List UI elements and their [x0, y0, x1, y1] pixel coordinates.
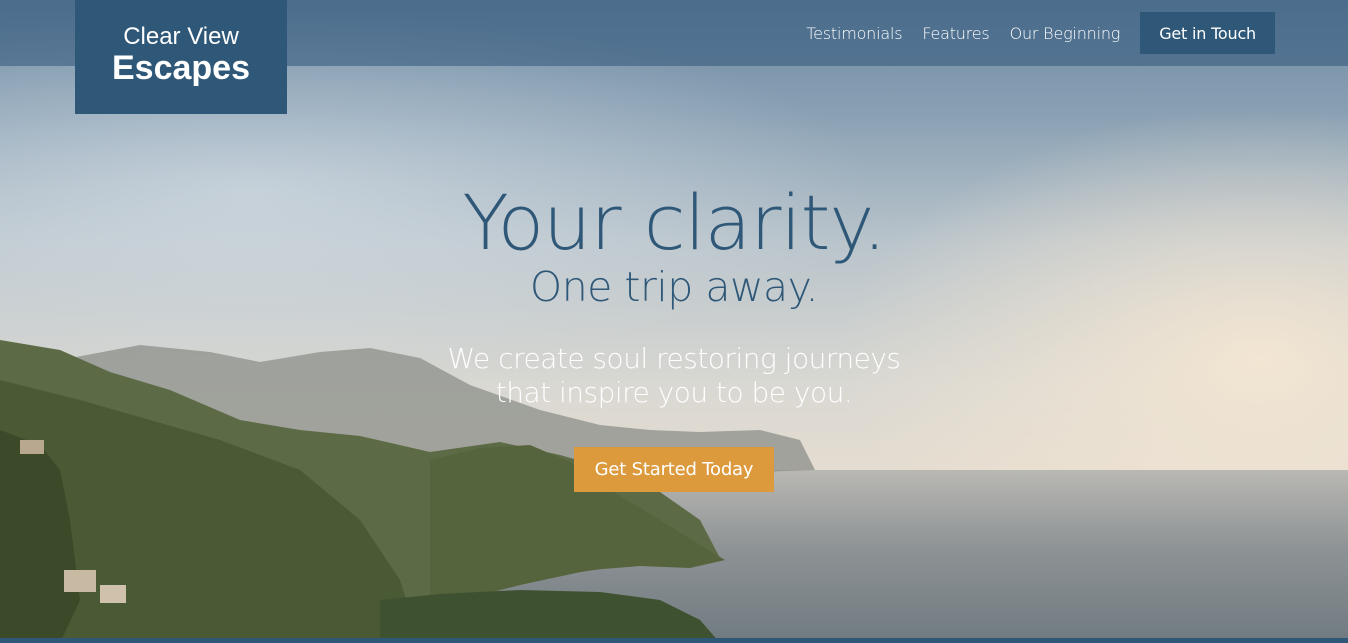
get-started-button[interactable]: Get Started Today — [573, 447, 775, 492]
brand-logo[interactable]: Clear View Escapes — [75, 0, 287, 114]
nav-link-testimonials[interactable]: Testimonials — [806, 24, 902, 43]
hero-tagline: We create soul restoring journeys that i… — [447, 342, 901, 409]
hero-subheadline: One trip away. — [529, 263, 819, 311]
nav-link-features[interactable]: Features — [922, 24, 989, 43]
main-nav: Testimonials Features Our Beginning Get … — [806, 12, 1275, 54]
bottom-section-edge — [0, 638, 1348, 643]
brand-name-line2: Escapes — [112, 49, 250, 87]
hero-headline: Your clarity. — [462, 178, 886, 267]
brand-name-line1: Clear View — [123, 23, 239, 50]
hero-content: Your clarity. One trip away. We create s… — [0, 180, 1348, 492]
nav-link-our-beginning[interactable]: Our Beginning — [1010, 24, 1121, 43]
get-in-touch-button[interactable]: Get in Touch — [1140, 12, 1275, 54]
